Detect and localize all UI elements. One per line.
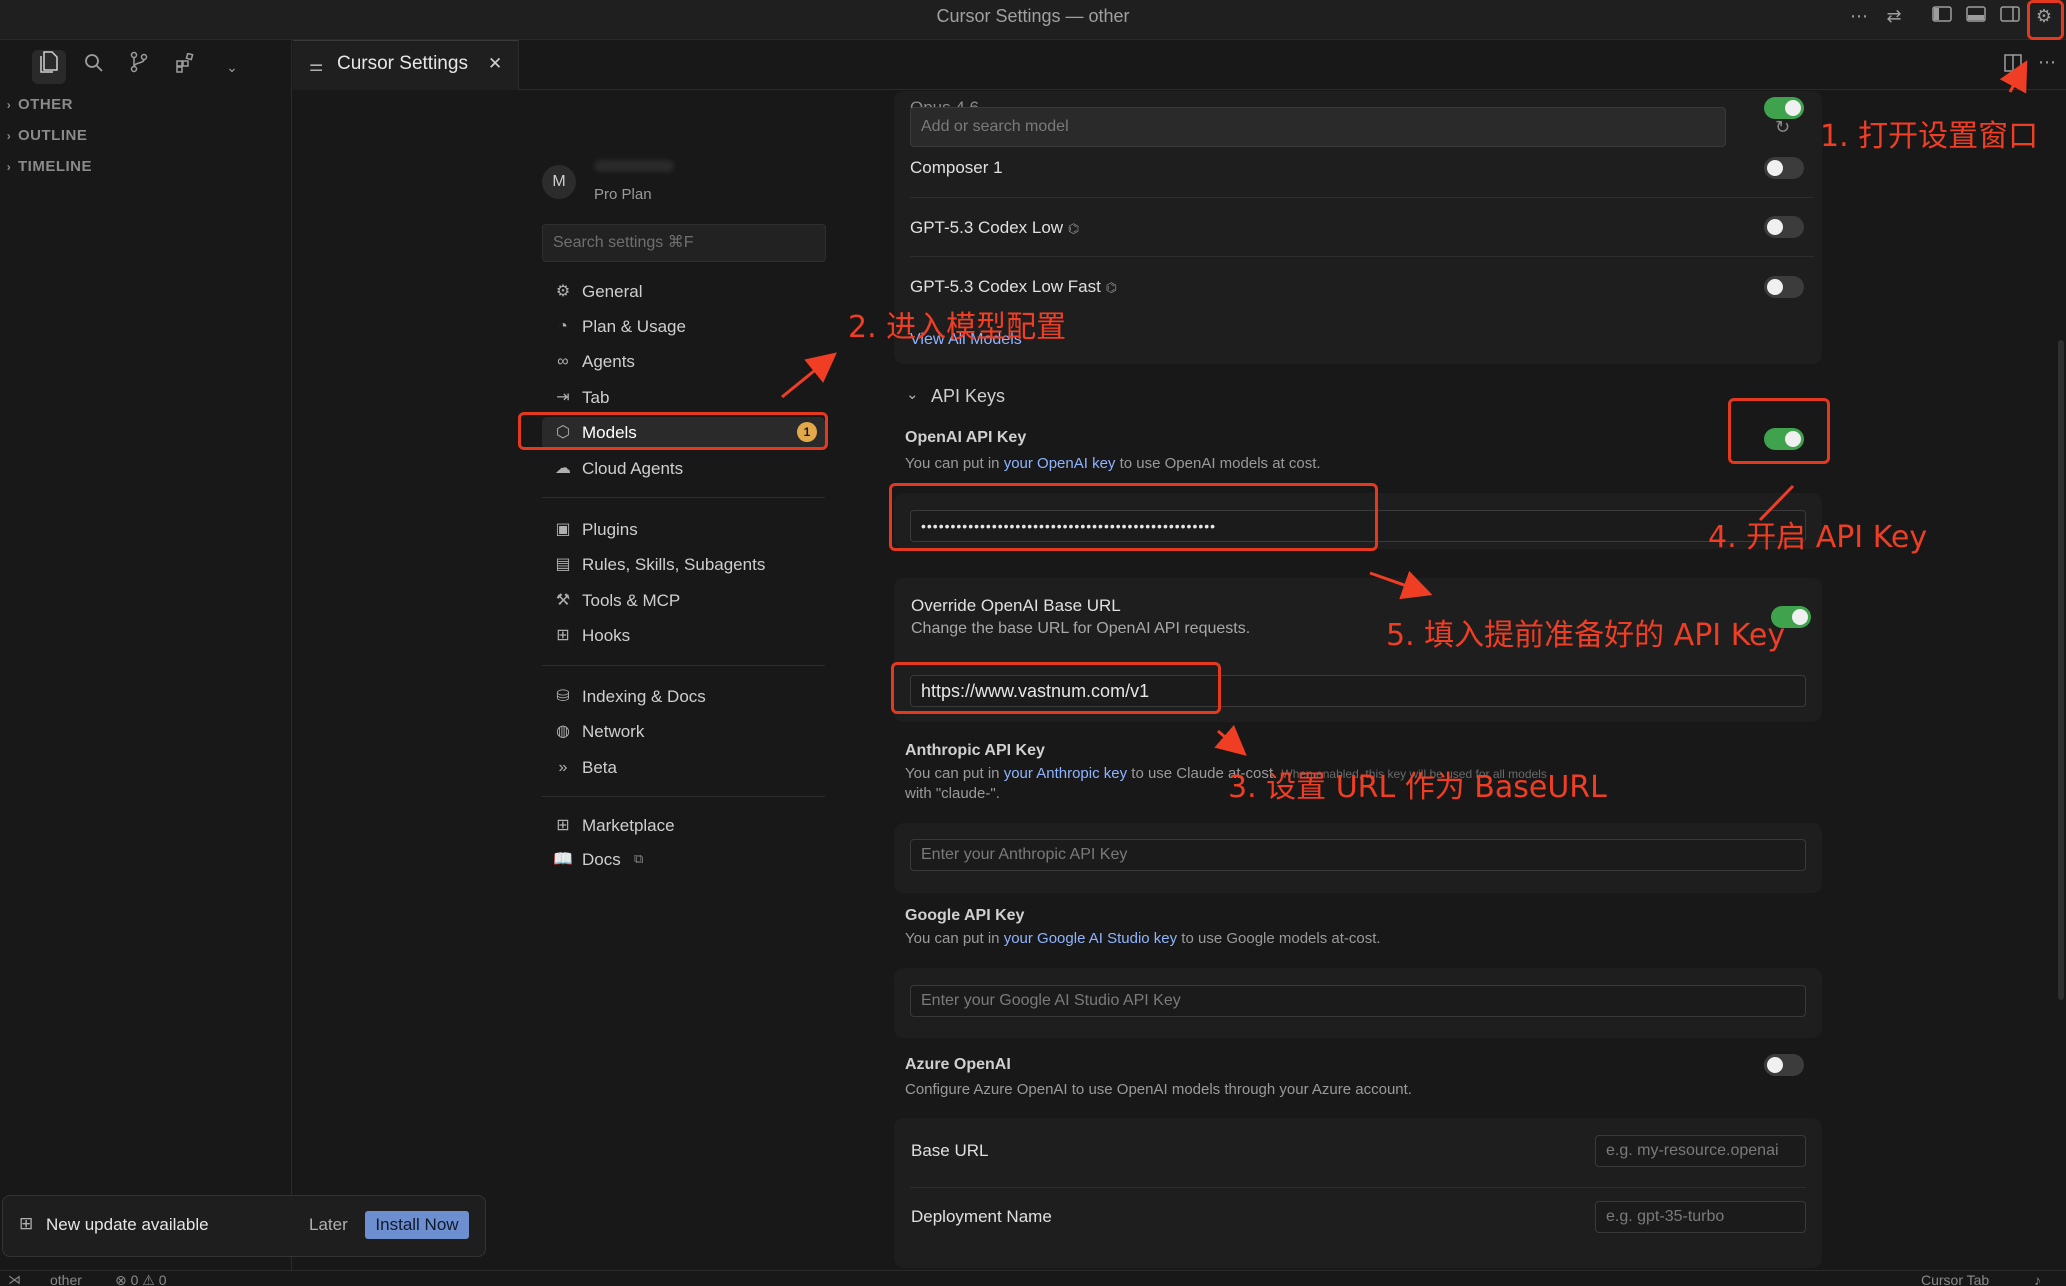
annotation-step5: 5. 填入提前准备好的 API Key	[1386, 618, 1786, 653]
annotation-step1: 1. 打开设置窗口	[1820, 119, 2039, 154]
annotation-step3: 3. 设置 URL 作为 BaseURL	[1228, 770, 1607, 805]
status-problems[interactable]: ⊗ 0 ⚠ 0	[115, 1272, 167, 1286]
annotation-step2: 2. 进入模型配置	[848, 310, 1067, 345]
later-button[interactable]: Later	[309, 1215, 348, 1235]
remote-icon[interactable]: ⋊	[8, 1272, 21, 1286]
install-now-button[interactable]: Install Now	[365, 1211, 469, 1239]
status-cursor-tab[interactable]: Cursor Tab	[1921, 1272, 1989, 1286]
annotation-step4: 4. 开启 API Key	[1708, 520, 1928, 555]
bell-icon[interactable]: ♪	[2034, 1272, 2041, 1286]
update-message: New update available	[46, 1215, 209, 1234]
gift-icon: ⊞	[19, 1214, 34, 1233]
status-bar	[0, 1270, 2066, 1286]
status-branch[interactable]: other	[50, 1272, 82, 1286]
